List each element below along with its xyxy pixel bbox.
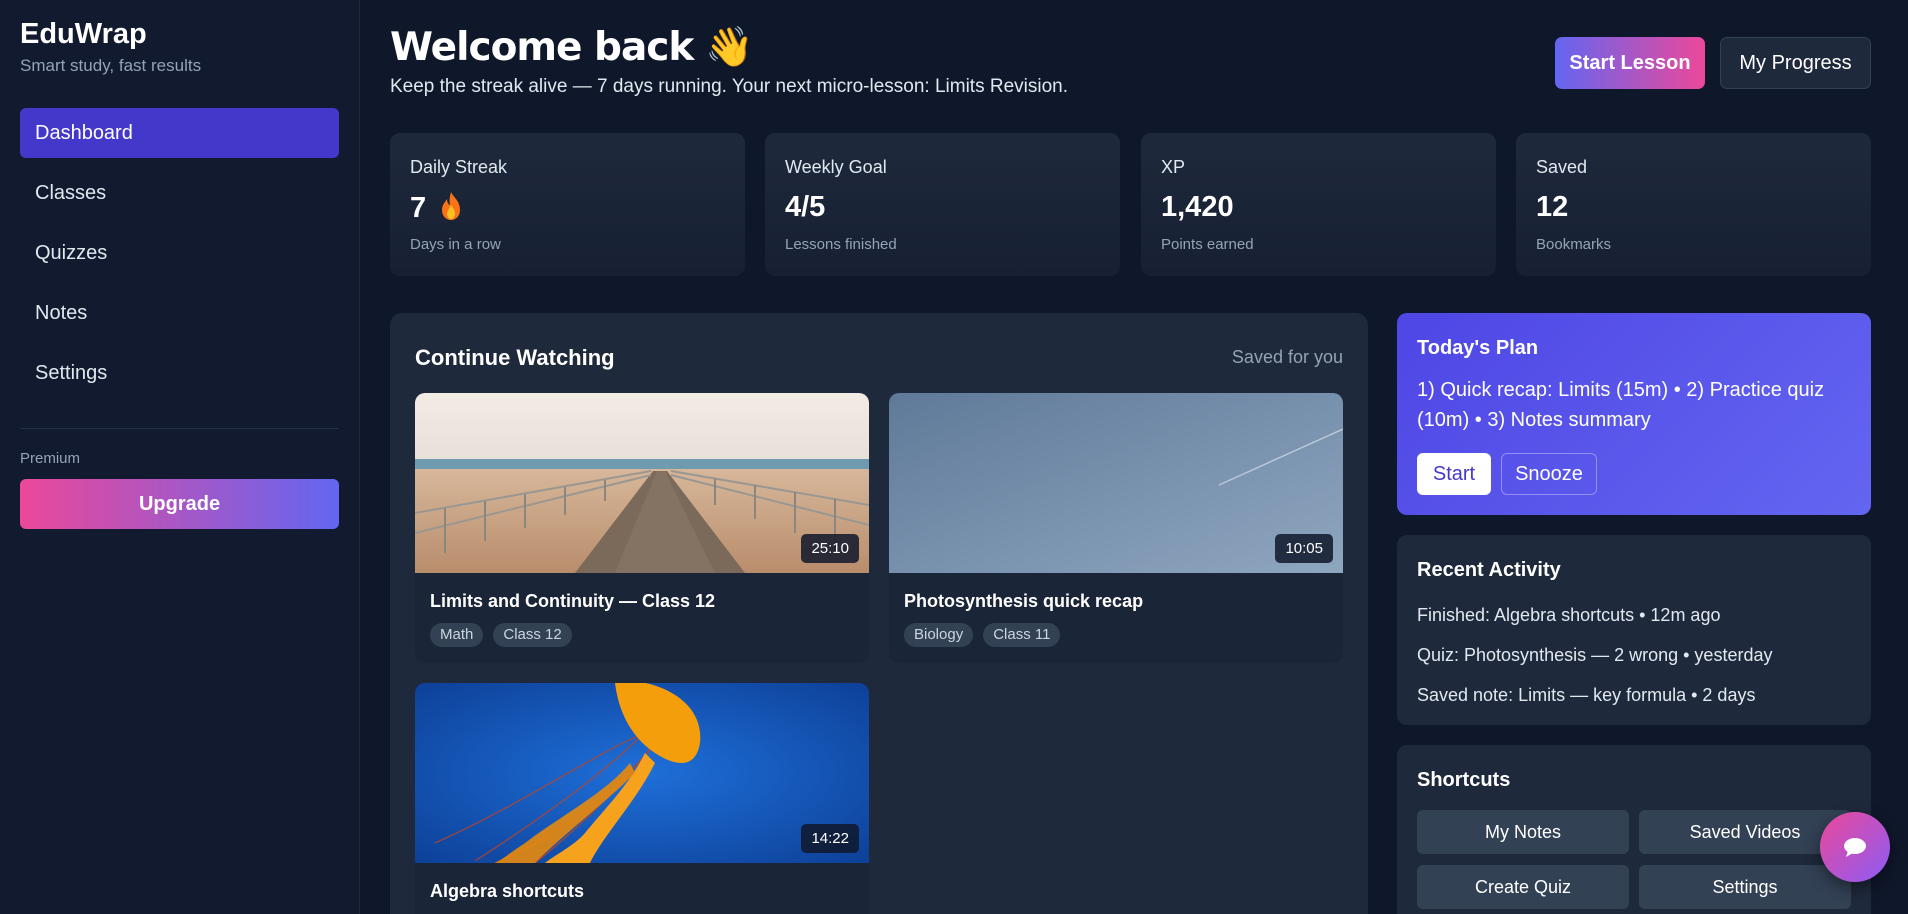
stat-sub: Days in a row: [410, 236, 501, 253]
tag-chip[interactable]: Biology: [904, 623, 974, 647]
tag-chip[interactable]: Class 11: [983, 623, 1061, 647]
stat-value: 12: [1536, 191, 1569, 223]
section-title: Continue Watching: [415, 345, 615, 370]
video-duration: 25:10: [801, 534, 859, 563]
page-subtitle: Keep the streak alive — 7 days running. …: [390, 76, 1068, 97]
my-progress-button[interactable]: My Progress: [1720, 37, 1871, 89]
stat-card-daily-streak: Daily Streak 7 Days in a row: [390, 133, 745, 276]
sidebar: EduWrap Smart study, fast results Dashbo…: [0, 0, 360, 914]
plan-text: 1) Quick recap: Limits (15m) • 2) Practi…: [1417, 379, 1825, 431]
video-title[interactable]: Algebra shortcuts: [430, 881, 584, 902]
premium-label: Premium: [20, 450, 81, 467]
stat-label: XP: [1161, 157, 1186, 177]
todays-plan-card: Today's Plan 1) Quick recap: Limits (15m…: [1397, 313, 1871, 515]
stat-value: 1,420: [1161, 191, 1234, 223]
sidebar-item-quizzes[interactable]: Quizzes: [20, 228, 339, 278]
video-title[interactable]: Photosynthesis quick recap: [904, 591, 1143, 612]
plan-start-button[interactable]: Start: [1417, 453, 1491, 495]
chat-bubble-icon: [1844, 838, 1866, 857]
video-card[interactable]: 14:22 Algebra shortcuts: [415, 683, 869, 914]
shortcut-my-notes[interactable]: My Notes: [1417, 810, 1629, 854]
tag-chip[interactable]: Class 12: [493, 623, 572, 647]
stat-card-saved: Saved 12 Bookmarks: [1516, 133, 1871, 276]
sidebar-item-classes[interactable]: Classes: [20, 168, 339, 218]
continue-watching-panel: Continue Watching Saved for you 25:10 Li…: [390, 313, 1368, 914]
activity-item: Quiz: Photosynthesis — 2 wrong • yesterd…: [1417, 645, 1773, 665]
waving-hand-icon: 👋: [705, 25, 754, 70]
stat-value-text: 7: [410, 192, 427, 224]
stat-label: Weekly Goal: [785, 157, 887, 177]
sidebar-divider: [20, 428, 339, 429]
brand-logo[interactable]: EduWrap: [20, 18, 147, 51]
shortcuts-title: Shortcuts: [1417, 769, 1511, 791]
activity-title: Recent Activity: [1417, 559, 1561, 581]
video-tags: Math Class 12: [430, 623, 572, 647]
video-tags: Biology Class 11: [904, 623, 1061, 647]
stat-value: 4/5: [785, 191, 826, 223]
page-title: Welcome back 👋: [390, 24, 754, 70]
fire-icon: [442, 192, 461, 220]
stat-card-xp: XP 1,420 Points earned: [1141, 133, 1496, 276]
video-duration: 14:22: [801, 824, 859, 853]
video-thumbnail[interactable]: 10:05: [889, 393, 1343, 573]
sidebar-item-settings[interactable]: Settings: [20, 348, 339, 398]
saved-for-you-label: Saved for you: [1231, 347, 1343, 367]
page-title-text: Welcome back: [390, 25, 694, 70]
stat-sub: Lessons finished: [785, 236, 897, 253]
shortcut-settings[interactable]: Settings: [1639, 865, 1851, 909]
video-card[interactable]: 25:10 Limits and Continuity — Class 12 M…: [415, 393, 869, 663]
activity-item: Finished: Algebra shortcuts • 12m ago: [1417, 605, 1721, 625]
plan-title: Today's Plan: [1417, 337, 1539, 359]
stat-card-weekly-goal: Weekly Goal 4/5 Lessons finished: [765, 133, 1120, 276]
shortcut-create-quiz[interactable]: Create Quiz: [1417, 865, 1629, 909]
shortcuts-card: Shortcuts My Notes Saved Videos Create Q…: [1397, 745, 1871, 914]
video-duration: 10:05: [1275, 534, 1333, 563]
brand-tagline: Smart study, fast results: [20, 56, 202, 75]
tag-chip[interactable]: Math: [430, 623, 484, 647]
chat-button[interactable]: [1820, 812, 1890, 882]
stat-label: Saved: [1536, 157, 1588, 177]
stat-sub: Bookmarks: [1536, 236, 1612, 253]
start-lesson-button[interactable]: Start Lesson: [1555, 37, 1705, 89]
video-card[interactable]: 10:05 Photosynthesis quick recap Biology…: [889, 393, 1343, 663]
video-thumbnail[interactable]: 25:10: [415, 393, 869, 573]
sidebar-item-dashboard[interactable]: Dashboard: [20, 108, 339, 158]
stat-sub: Points earned: [1161, 236, 1254, 253]
video-thumbnail[interactable]: 14:22: [415, 683, 869, 863]
plan-snooze-button[interactable]: Snooze: [1501, 453, 1597, 495]
stat-value: 7: [410, 191, 462, 225]
stat-label: Daily Streak: [410, 157, 508, 177]
activity-item: Saved note: Limits — key formula • 2 day…: [1417, 685, 1756, 705]
recent-activity-card: Recent Activity Finished: Algebra shortc…: [1397, 535, 1871, 725]
video-title[interactable]: Limits and Continuity — Class 12: [430, 591, 715, 612]
sidebar-item-notes[interactable]: Notes: [20, 288, 339, 338]
upgrade-button[interactable]: Upgrade: [20, 479, 339, 529]
